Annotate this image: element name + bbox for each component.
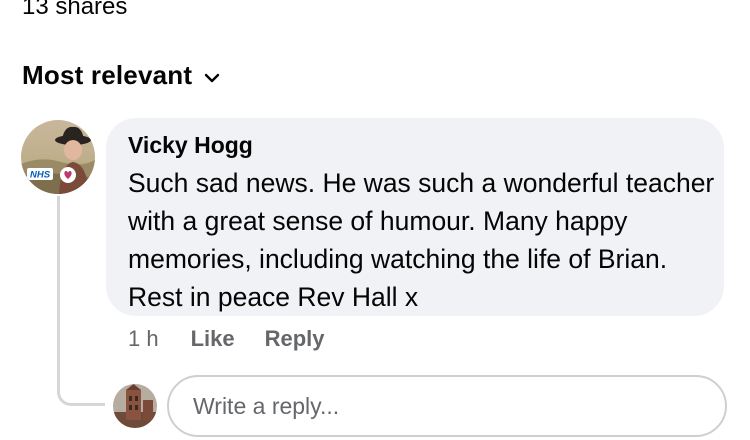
nhs-badge-text: NHS [30, 170, 51, 181]
commenter-avatar[interactable]: NHS [21, 120, 95, 194]
comment-bubble: Vicky Hogg Such sad news. He was such a … [106, 118, 724, 316]
comment-text: Such sad news. He was such a wonderful t… [128, 168, 715, 312]
thread-connector-line [57, 196, 105, 406]
sort-label: Most relevant [22, 60, 193, 90]
comment-author[interactable]: Vicky Hogg [128, 132, 253, 159]
reply-input[interactable] [191, 391, 695, 421]
comment-actions: 1 h Like Reply [128, 326, 355, 352]
reply-button[interactable]: Reply [265, 326, 325, 352]
sort-dropdown[interactable]: Most relevant [22, 60, 220, 91]
comment-section: 13 shares Most relevant NHS Vicky Hogg S… [0, 0, 750, 440]
current-user-avatar [113, 384, 157, 428]
comment-timestamp[interactable]: 1 h [128, 326, 159, 352]
reply-input-container[interactable] [167, 375, 727, 437]
like-button[interactable]: Like [191, 326, 235, 352]
shares-count[interactable]: 13 shares [22, 0, 127, 22]
chevron-down-icon [205, 73, 220, 82]
